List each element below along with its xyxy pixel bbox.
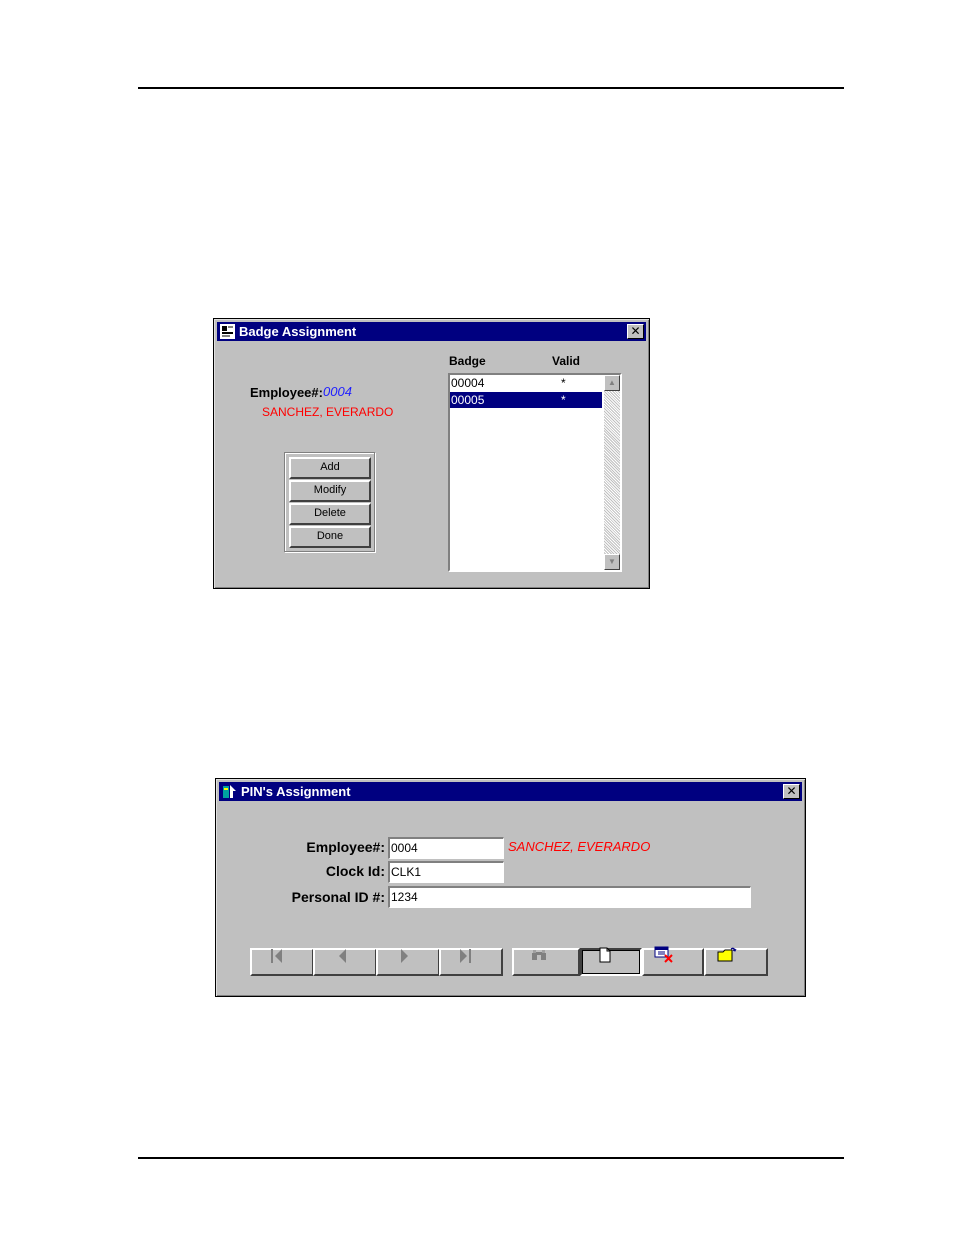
modify-button[interactable]: Modify: [289, 480, 371, 502]
badge-column-header: Badge: [449, 354, 486, 368]
personal-id-label: Personal ID #:: [291, 889, 385, 905]
pin-employee-label: Employee#:: [306, 839, 385, 855]
pin-employee-name: SANCHEZ, EVERARDO: [508, 839, 651, 854]
close-icon: ✕: [786, 784, 797, 798]
header-rule: [138, 87, 844, 89]
close-icon: ✕: [630, 324, 641, 338]
valid-cell: *: [561, 393, 566, 407]
valid-cell: *: [561, 376, 566, 390]
badge-window-title: Badge Assignment: [239, 324, 357, 339]
scroll-up-button[interactable]: ▲: [604, 375, 620, 391]
employee-label: Employee#:: [250, 385, 323, 400]
employee-number-field[interactable]: 0004: [388, 837, 504, 859]
badge-close-button[interactable]: ✕: [627, 324, 644, 339]
previous-record-button[interactable]: [313, 948, 377, 976]
employee-number: 0004: [323, 384, 352, 399]
clock-id-label: Clock Id:: [325, 863, 385, 879]
pin-titlebar[interactable]: PIN's Assignment ✕: [219, 782, 802, 801]
next-record-button[interactable]: [376, 948, 440, 976]
find-button[interactable]: [512, 948, 580, 976]
delete-record-button[interactable]: [642, 946, 704, 976]
pin-app-icon: [221, 783, 238, 800]
badge-cell: 00004: [451, 376, 485, 390]
new-record-button[interactable]: [580, 947, 642, 976]
scroll-down-button[interactable]: ▼: [604, 554, 620, 570]
vertical-scrollbar[interactable]: ▲ ▼: [604, 375, 620, 570]
delete-button[interactable]: Delete: [289, 503, 371, 525]
first-record-button[interactable]: [250, 948, 314, 976]
last-record-button[interactable]: [439, 948, 503, 976]
personal-id-field[interactable]: 1234: [388, 886, 751, 908]
record-toolbar: [250, 946, 768, 976]
footer-rule: [138, 1157, 844, 1159]
add-button[interactable]: Add: [289, 457, 371, 479]
badge-cell: 00005: [451, 393, 485, 407]
employee-name: SANCHEZ, EVERARDO: [262, 405, 394, 419]
badge-assignment-window: Badge Assignment ✕ Employee#: 0004 SANCH…: [213, 318, 650, 589]
badge-listbox[interactable]: 00004 * 00005 * ▲ ▼: [448, 373, 622, 572]
done-button[interactable]: Done: [289, 526, 371, 548]
pin-close-button[interactable]: ✕: [783, 784, 800, 799]
list-item[interactable]: 00004 *: [450, 375, 602, 391]
open-button[interactable]: [704, 947, 768, 976]
clock-id-field[interactable]: CLK1: [388, 861, 504, 883]
pin-assignment-window: PIN's Assignment ✕ Employee#: 0004 SANCH…: [215, 778, 806, 997]
badge-app-icon: [219, 323, 236, 340]
badge-actions-group: Add Modify Delete Done: [284, 452, 375, 552]
list-item-selected[interactable]: 00005 *: [450, 392, 602, 408]
valid-column-header: Valid: [552, 354, 581, 368]
pin-window-title: PIN's Assignment: [241, 784, 351, 799]
badge-titlebar[interactable]: Badge Assignment ✕: [217, 322, 646, 341]
